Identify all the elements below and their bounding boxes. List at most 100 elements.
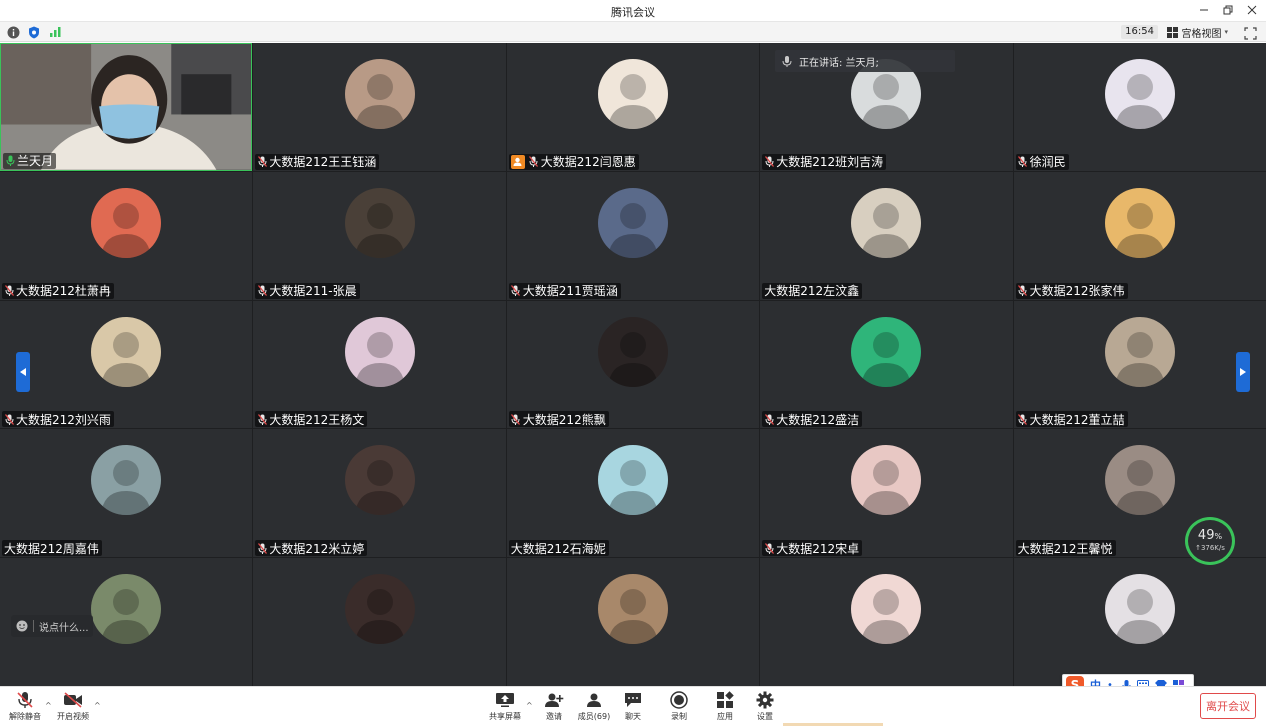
record-label: 录制 <box>671 712 687 721</box>
mic-muted-icon <box>257 156 267 168</box>
participant-avatar <box>344 574 415 645</box>
mic-muted-icon <box>257 413 267 425</box>
participant-nameplate: 大数据212张家伟 <box>1015 282 1128 299</box>
participant-tile[interactable] <box>760 558 1013 686</box>
mic-muted-icon <box>511 285 521 297</box>
security-button[interactable] <box>27 25 41 39</box>
participant-avatar <box>344 445 415 516</box>
share-screen-label: 共享屏幕 <box>489 712 521 721</box>
fullscreen-icon <box>1244 27 1257 40</box>
participant-tile[interactable]: 大数据212宋卓 <box>760 429 1013 558</box>
apps-label: 应用 <box>717 712 733 721</box>
participant-avatar <box>851 316 922 387</box>
participant-nameplate: 徐润民 <box>1015 153 1069 170</box>
mic-muted-icon <box>529 156 539 168</box>
restore-button[interactable] <box>1220 2 1236 18</box>
divider <box>33 620 34 632</box>
avatar-image <box>1104 187 1175 258</box>
meeting-clock: 16:54 <box>1121 25 1158 39</box>
invite-button[interactable]: 邀请 <box>534 690 574 724</box>
mic-muted-icon <box>257 285 267 297</box>
mic-on-icon <box>6 155 14 167</box>
apps-icon <box>717 691 734 708</box>
chat-placeholder: 说点什么... <box>39 622 89 634</box>
start-video-label: 开启视频 <box>57 712 89 721</box>
share-options-caret[interactable]: ^ <box>526 701 534 710</box>
participant-tile[interactable]: 大数据212杜萧冉 <box>0 171 253 300</box>
participant-avatar <box>597 445 668 516</box>
settings-button[interactable]: 设置 <box>745 690 785 724</box>
view-switch-button[interactable]: 宫格视图 ▾ <box>1163 24 1232 40</box>
record-button[interactable]: 录制 <box>659 690 699 724</box>
apps-button[interactable]: 应用 <box>705 690 745 724</box>
members-button[interactable]: 成员(69) <box>574 690 614 724</box>
participant-tile[interactable]: 兰天月 <box>0 43 253 171</box>
participant-nameplate: 大数据212王王钰涵 <box>255 153 380 170</box>
avatar-image <box>597 445 668 516</box>
chevron-left-icon <box>20 368 26 376</box>
mic-muted-icon <box>511 413 521 425</box>
close-button[interactable] <box>1244 2 1260 18</box>
mic-muted-icon <box>511 285 521 297</box>
participant-nameplate: 大数据212刘兴雨 <box>2 411 114 428</box>
participant-tile[interactable]: 大数据212米立婷 <box>253 429 506 558</box>
participant-tile[interactable]: 大数据212左汶鑫 <box>760 171 1013 300</box>
participant-name: 大数据212盛洁 <box>776 412 860 427</box>
avatar-image <box>344 574 415 645</box>
start-video-button[interactable]: 开启视频 <box>53 690 93 724</box>
avatar-image <box>851 316 922 387</box>
participant-avatar <box>597 574 668 645</box>
audio-options-caret[interactable]: ^ <box>45 701 53 710</box>
participant-tile[interactable]: 大数据212王王钰涵 <box>253 43 506 171</box>
avatar-image <box>344 445 415 516</box>
avatar-image <box>1104 574 1175 645</box>
participant-avatar <box>91 574 162 645</box>
fullscreen-button[interactable] <box>1244 25 1258 40</box>
share-screen-button[interactable]: 共享屏幕 <box>485 690 525 724</box>
title-bar: 腾讯会议 <box>0 0 1266 22</box>
network-signal-button[interactable] <box>48 25 62 39</box>
chat-button[interactable]: 聊天 <box>613 690 653 724</box>
participant-tile[interactable]: 大数据212董立喆 <box>1013 300 1266 429</box>
participant-avatar <box>597 59 668 129</box>
participant-tile[interactable] <box>253 558 506 686</box>
quick-chat-input[interactable]: 说点什么... <box>11 615 93 637</box>
participant-tile[interactable]: 大数据212闫恩惠 <box>506 43 760 171</box>
mic-muted-icon <box>764 413 774 425</box>
avatar-image <box>344 316 415 387</box>
meeting-info-button[interactable] <box>6 25 20 39</box>
minimize-button[interactable] <box>1196 2 1212 18</box>
participant-tile[interactable]: 大数据211-张晨 <box>253 171 506 300</box>
participant-tile[interactable]: 大数据212石海妮 <box>506 429 760 558</box>
participant-tile[interactable]: 大数据212盛洁 <box>760 300 1013 429</box>
prev-page-button[interactable] <box>16 352 30 392</box>
participant-tile[interactable]: 大数据212周嘉伟 <box>0 429 253 558</box>
avatar-image <box>91 445 162 516</box>
mic-muted-icon <box>257 542 267 554</box>
invite-user-icon <box>545 693 564 707</box>
leave-meeting-button[interactable]: 离开会议 <box>1200 693 1256 719</box>
participant-tile[interactable]: 大数据212刘兴雨 <box>0 300 253 429</box>
participant-tile[interactable]: 大数据212熊飘 <box>506 300 760 429</box>
participant-nameplate: 兰天月 <box>3 152 57 169</box>
invite-label: 邀请 <box>546 712 562 721</box>
participant-tile[interactable] <box>1013 558 1266 686</box>
next-page-button[interactable] <box>1236 352 1250 392</box>
unmute-button[interactable]: 解除静音 <box>5 690 45 724</box>
video-options-caret[interactable]: ^ <box>94 701 102 710</box>
network-status-widget[interactable]: 49% ↑376K/s <box>1185 517 1235 565</box>
camera-feed <box>1 44 252 170</box>
participant-tile[interactable]: 大数据212王杨文 <box>253 300 506 429</box>
mic-muted-icon <box>764 542 774 554</box>
participant-avatar <box>851 445 922 516</box>
participant-tile[interactable]: 大数据212张家伟 <box>1013 171 1266 300</box>
participant-name: 大数据212左汶鑫 <box>764 284 860 299</box>
participant-tile[interactable]: 大数据211贾瑶涵 <box>506 171 760 300</box>
participant-tile[interactable] <box>506 558 760 686</box>
participant-avatar <box>344 59 415 129</box>
mic-muted-icon <box>1018 156 1028 168</box>
participant-nameplate: 大数据212熊飘 <box>508 411 609 428</box>
participant-tile[interactable]: 徐润民 <box>1013 43 1266 171</box>
participant-grid: 兰天月 大数据212王王钰涵 大数据212闫恩惠 大数据212班刘吉涛 徐润民 大数据21… <box>0 43 1266 686</box>
avatar-image <box>344 187 415 258</box>
